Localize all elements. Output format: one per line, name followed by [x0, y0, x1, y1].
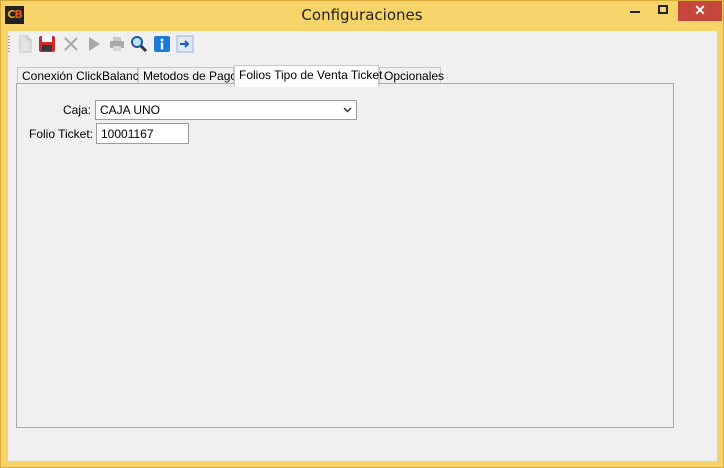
- folio-ticket-label: Folio Ticket:: [29, 127, 94, 141]
- run-button[interactable]: [85, 35, 103, 53]
- close-button[interactable]: ✕: [678, 1, 722, 21]
- toolbar: [8, 31, 717, 59]
- title-bar[interactable]: CB Configuraciones ✕: [1, 1, 723, 31]
- maximize-button[interactable]: [649, 1, 677, 21]
- minimize-button[interactable]: [621, 1, 649, 21]
- chevron-down-icon: [343, 107, 352, 113]
- run-icon: [89, 37, 100, 51]
- maximize-icon: [658, 5, 668, 14]
- window-title: Configuraciones: [301, 6, 423, 24]
- toolbar-grip[interactable]: [8, 36, 10, 54]
- search-button[interactable]: [130, 35, 148, 53]
- save-button[interactable]: [38, 35, 56, 53]
- save-icon: [39, 36, 55, 52]
- info-button[interactable]: [153, 35, 171, 53]
- new-document-button[interactable]: [16, 35, 34, 53]
- folio-ticket-input[interactable]: [96, 123, 189, 144]
- search-icon: [131, 36, 148, 53]
- delete-icon: [64, 37, 78, 51]
- info-icon: [154, 36, 170, 52]
- tab-strip: Conexión ClickBalance Metodos de Pago Fo…: [17, 65, 687, 87]
- caja-selected-value: CAJA UNO: [100, 103, 161, 117]
- new-document-icon: [19, 35, 32, 53]
- print-button[interactable]: [108, 35, 126, 53]
- caja-label: Caja:: [63, 103, 92, 117]
- exit-icon: [176, 35, 194, 53]
- print-icon: [110, 37, 124, 51]
- delete-button[interactable]: [62, 35, 80, 53]
- minimize-icon: [630, 11, 640, 13]
- exit-button[interactable]: [176, 35, 194, 53]
- tab-folios-tipo-de-venta-ticket[interactable]: Folios Tipo de Venta Ticket: [234, 65, 382, 87]
- caja-dropdown[interactable]: CAJA UNO: [95, 100, 357, 120]
- app-window: CB Configuraciones ✕ Conexión ClickBalan…: [0, 0, 724, 468]
